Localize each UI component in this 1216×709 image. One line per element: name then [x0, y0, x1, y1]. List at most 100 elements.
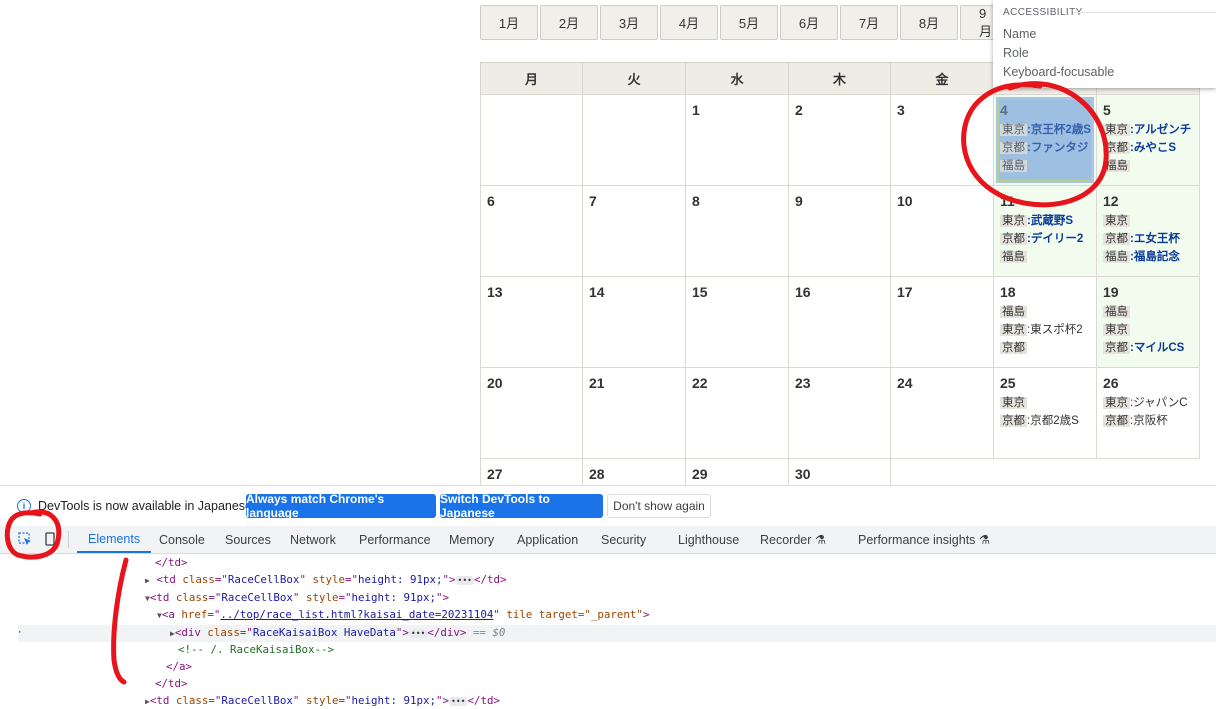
race-name: :東スポ杯2	[1027, 324, 1083, 336]
race-entry[interactable]: 京都:京阪杯	[1103, 414, 1168, 428]
devtools-language-infobar: i DevTools is now available in Japanese!…	[0, 485, 1216, 526]
race-entry: 福島	[1000, 159, 1027, 173]
race-entry[interactable]: 福島:福島記念	[1103, 250, 1180, 264]
race-entry[interactable]: 東京:東スポ杯2	[1000, 323, 1083, 337]
calendar-cell: 9	[788, 185, 891, 277]
race-link[interactable]: :エ女王杯	[1130, 233, 1180, 245]
dom-node-selected[interactable]: ▶<div class="RaceKaisaiBox HaveData"> •••…	[170, 626, 505, 641]
dom-node[interactable]: </a>	[166, 660, 192, 674]
tab-security[interactable]: Security	[601, 526, 646, 553]
venue-label: 東京	[1000, 324, 1027, 336]
console-ref: == $0	[472, 626, 506, 639]
month-tab-4[interactable]: 4月	[660, 5, 718, 40]
tab-performance[interactable]: Performance	[359, 526, 431, 553]
calendar-cell: 8	[685, 185, 789, 277]
tab-memory[interactable]: Memory	[449, 526, 494, 553]
calendar-cell: 16	[788, 276, 891, 368]
race-link[interactable]: :マイルCS	[1130, 342, 1184, 354]
race-entry[interactable]: 京都:みやこS	[1103, 141, 1176, 155]
collapsed-ellipsis-icon[interactable]: •••	[408, 628, 428, 638]
race-link[interactable]: :福島記念	[1130, 251, 1180, 263]
dom-comment[interactable]: <!-- /. RaceKaisaiBox-->	[178, 643, 334, 657]
selected-node-marker: ·	[17, 628, 23, 638]
venue-label: 東京	[1000, 124, 1027, 136]
dom-node-anchor[interactable]: ▼<a href="../top/race_list.html?kaisai_d…	[157, 608, 649, 623]
always-match-language-button[interactable]: Always match Chrome's language	[246, 492, 436, 520]
calendar-cell-race-day[interactable]: 18 福島 東京:東スポ杯2 京都	[993, 276, 1097, 368]
race-link[interactable]: :ファンタジ	[1027, 142, 1088, 154]
race-entry[interactable]: 京都:エ女王杯	[1103, 232, 1180, 246]
venue-label: 京都	[1103, 233, 1130, 245]
dom-node[interactable]: </td>	[155, 556, 188, 570]
switch-to-japanese-button[interactable]: Switch DevTools to Japanese	[440, 492, 603, 520]
race-link[interactable]: :みやこS	[1130, 142, 1176, 154]
race-entry[interactable]: 東京:京王杯2歳S	[1000, 123, 1091, 137]
race-entry[interactable]: 東京:ジャパンC	[1103, 396, 1188, 410]
tab-performance-insights[interactable]: Performance insights ⚗	[858, 526, 990, 553]
calendar-cell: 3	[890, 94, 994, 186]
tab-sources[interactable]: Sources	[225, 526, 271, 553]
dom-node[interactable]: ▶<td class="RaceCellBox" style="height: …	[145, 694, 500, 709]
collapsed-ellipsis-icon[interactable]: •••	[455, 575, 474, 585]
calendar-cell: 15	[685, 276, 789, 368]
calendar-cell-race-day[interactable]: 12 東京 京都:エ女王杯 福島:福島記念	[1096, 185, 1200, 277]
venue-label: 京都	[1000, 233, 1027, 245]
race-link[interactable]: :デイリー2	[1027, 233, 1083, 245]
calendar-cell: 21	[582, 367, 686, 459]
inspect-element-icon[interactable]	[18, 532, 32, 546]
calendar-cell-race-day[interactable]: 25 東京 京都:京都2歳S	[993, 367, 1097, 459]
elements-dom-tree: · </td> ▶ <td class="RaceCellBox" style=…	[0, 554, 1216, 707]
info-icon: i	[17, 499, 31, 513]
weekday-fri: 金	[890, 62, 994, 95]
tab-lighthouse[interactable]: Lighthouse	[678, 526, 739, 553]
tab-network[interactable]: Network	[290, 526, 336, 553]
day-number: 14	[589, 284, 605, 300]
venue-label: 京都	[1103, 342, 1130, 354]
month-tab-8[interactable]: 8月	[900, 5, 958, 40]
tooltip-row-role: Role	[1003, 46, 1029, 60]
race-entry[interactable]: 京都:デイリー2	[1000, 232, 1083, 246]
device-toolbar-icon[interactable]	[44, 532, 56, 546]
month-tab-6[interactable]: 6月	[780, 5, 838, 40]
expand-triangle-icon[interactable]: ▶	[145, 576, 150, 585]
calendar-cell-race-day[interactable]: 19 福島 東京 京都:マイルCS	[1096, 276, 1200, 368]
race-link[interactable]: :アルゼンチ	[1130, 124, 1191, 136]
calendar-cell: 29	[685, 458, 789, 488]
day-number: 21	[589, 375, 605, 391]
tab-elements[interactable]: Elements	[77, 526, 152, 553]
race-entry[interactable]: 京都:マイルCS	[1103, 341, 1184, 355]
day-number: 30	[795, 466, 811, 482]
race-entry[interactable]: 京都:ファンタジ	[1000, 141, 1088, 155]
tab-application[interactable]: Application	[517, 526, 578, 553]
dont-show-again-button[interactable]: Don't show again	[607, 494, 711, 518]
day-number: 24	[897, 375, 913, 391]
dom-node[interactable]: </td>	[155, 677, 188, 691]
tab-recorder[interactable]: Recorder ⚗	[760, 526, 826, 553]
calendar-cell: 30	[788, 458, 891, 488]
calendar-cell-race-day[interactable]: 4 東京:京王杯2歳S 京都:ファンタジ 福島	[993, 94, 1097, 186]
tooltip-row-name: Name	[1003, 27, 1037, 41]
calendar-cell-race-day[interactable]: 26 東京:ジャパンC 京都:京阪杯	[1096, 367, 1200, 459]
calendar-cell-race-day[interactable]: 11 東京:武蔵野S 京都:デイリー2 福島	[993, 185, 1097, 277]
month-tab-7[interactable]: 7月	[840, 5, 898, 40]
venue-label: 京都	[1000, 142, 1027, 154]
month-tab-5[interactable]: 5月	[720, 5, 778, 40]
href-link[interactable]: ../top/race_list.html?kaisai_date=202311…	[220, 608, 493, 621]
dom-node[interactable]: ▼<td class="RaceCellBox" style="height: …	[145, 591, 449, 606]
dom-node[interactable]: ▶ <td class="RaceCellBox" style="height:…	[145, 573, 507, 588]
weekday-thu: 木	[788, 62, 891, 95]
month-tab-1[interactable]: 1月	[480, 5, 538, 40]
race-link[interactable]: :京王杯2歳S	[1027, 124, 1091, 136]
race-entry[interactable]: 京都:京都2歳S	[1000, 414, 1079, 428]
collapsed-ellipsis-icon[interactable]: •••	[449, 696, 468, 706]
day-number: 20	[487, 375, 503, 391]
venue-label: 東京	[1103, 324, 1130, 336]
race-entry: 福島	[1000, 250, 1027, 264]
month-tab-2[interactable]: 2月	[540, 5, 598, 40]
race-entry[interactable]: 東京:アルゼンチ	[1103, 123, 1191, 137]
race-link[interactable]: :武蔵野S	[1027, 215, 1073, 227]
tab-console[interactable]: Console	[159, 526, 205, 553]
race-entry[interactable]: 東京:武蔵野S	[1000, 214, 1073, 228]
calendar-cell-race-day[interactable]: 5 東京:アルゼンチ 京都:みやこS 福島	[1096, 94, 1200, 186]
month-tab-3[interactable]: 3月	[600, 5, 658, 40]
